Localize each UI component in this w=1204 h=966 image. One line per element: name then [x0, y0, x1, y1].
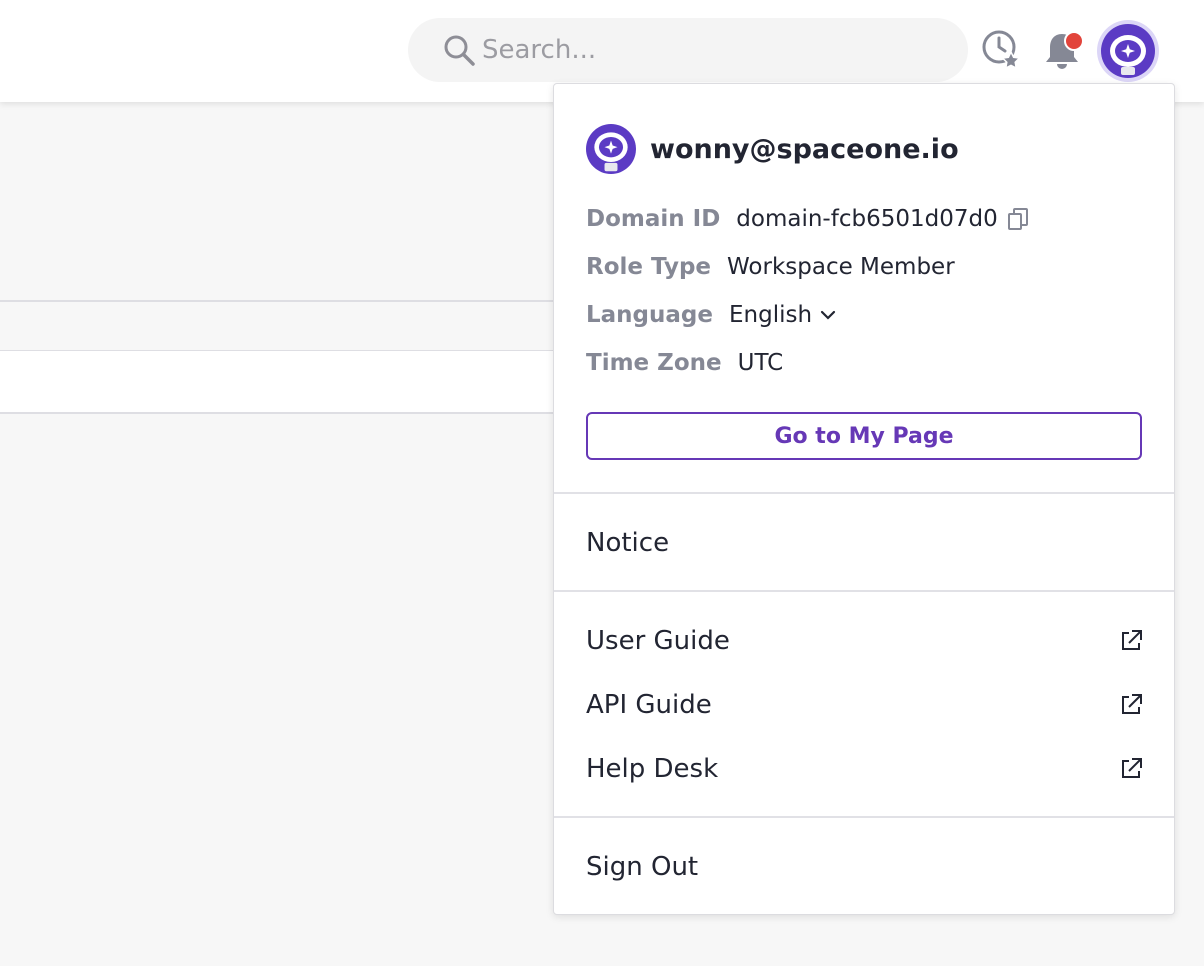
- domain-id-label: Domain ID: [586, 206, 721, 232]
- avatar-icon: [586, 124, 636, 174]
- language-row: Language English: [586, 302, 838, 328]
- notice-label: Notice: [586, 528, 670, 558]
- language-select[interactable]: English: [729, 302, 812, 328]
- time-zone-value: UTC: [737, 350, 784, 376]
- menu-divider: [554, 816, 1174, 818]
- api-guide-menu-item[interactable]: API Guide: [586, 679, 1144, 731]
- user-email: wonny@spaceone.io: [650, 133, 959, 165]
- search-input[interactable]: [482, 35, 902, 65]
- external-link-icon: [1122, 758, 1142, 778]
- menu-divider: [554, 590, 1174, 592]
- role-type-row: Role Type Workspace Member: [586, 254, 955, 280]
- avatar-button[interactable]: [1097, 20, 1159, 82]
- sign-out-label: Sign Out: [586, 852, 699, 882]
- external-link-icon: [1122, 630, 1142, 650]
- time-zone-label: Time Zone: [586, 350, 722, 376]
- profile-menu: wonny@spaceone.io Domain ID domain-fcb65…: [553, 83, 1175, 915]
- recent-favorites-icon[interactable]: [980, 28, 1022, 70]
- api-guide-label: API Guide: [586, 690, 712, 720]
- time-zone-row: Time Zone UTC: [586, 350, 783, 376]
- search-bar[interactable]: [408, 18, 968, 82]
- domain-id-value: domain-fcb6501d07d0: [736, 206, 998, 232]
- go-to-my-page-button[interactable]: Go to My Page: [586, 412, 1142, 460]
- copy-icon[interactable]: [1006, 206, 1032, 232]
- user-guide-label: User Guide: [586, 626, 730, 656]
- chevron-down-icon[interactable]: [818, 305, 838, 325]
- background-divider: [0, 412, 554, 414]
- domain-id-row: Domain ID domain-fcb6501d07d0: [586, 206, 1032, 232]
- role-type-label: Role Type: [586, 254, 712, 280]
- language-label: Language: [586, 302, 713, 328]
- search-icon: [444, 35, 475, 66]
- sign-out-menu-item[interactable]: Sign Out: [586, 841, 1144, 893]
- help-desk-label: Help Desk: [586, 754, 719, 784]
- background-divider: [0, 300, 554, 302]
- profile-header: wonny@spaceone.io: [586, 124, 959, 174]
- help-desk-menu-item[interactable]: Help Desk: [586, 743, 1144, 795]
- avatar-icon: [1101, 24, 1155, 78]
- notice-menu-item[interactable]: Notice: [586, 517, 1144, 569]
- notification-badge: [1064, 31, 1084, 51]
- background-row: [0, 351, 554, 413]
- external-link-icon: [1122, 694, 1142, 714]
- role-type-value: Workspace Member: [727, 254, 955, 280]
- menu-divider: [554, 492, 1174, 494]
- user-guide-menu-item[interactable]: User Guide: [586, 615, 1144, 667]
